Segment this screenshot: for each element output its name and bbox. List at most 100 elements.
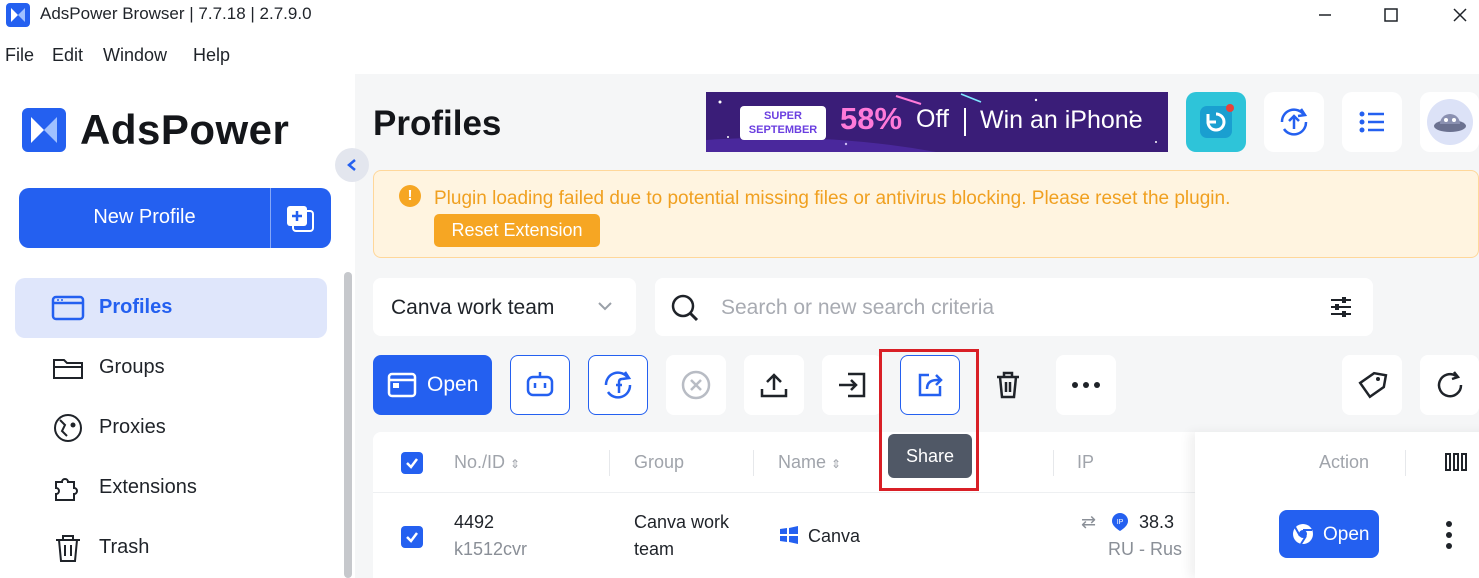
chevron-down-icon — [598, 302, 612, 311]
transfer-icon: ⇄ — [1081, 512, 1097, 532]
row-open-label: Open — [1323, 524, 1370, 545]
trash-icon — [997, 371, 1019, 399]
menu-bar: File Edit Window Help — [0, 36, 1479, 72]
menu-file[interactable]: File — [5, 45, 34, 66]
banner-separator — [964, 108, 966, 136]
move-in-icon — [839, 372, 866, 398]
column-header-group: Group — [634, 452, 685, 472]
open-label: Open — [427, 373, 479, 396]
more-dots-icon — [1072, 382, 1100, 388]
sidebar-item-proxies[interactable]: Proxies — [15, 398, 327, 458]
row-open-button[interactable]: Open — [1279, 510, 1379, 558]
close-window-button[interactable] — [1440, 0, 1479, 30]
brand-name: AdsPower — [80, 106, 290, 153]
warning-icon: ! — [399, 185, 421, 207]
close-icon — [1453, 8, 1467, 22]
row-checkbox[interactable] — [401, 526, 423, 548]
search-bar[interactable]: Search or new search criteria — [655, 278, 1373, 336]
sidebar: AdsPower New Profile Profiles Groups Pro… — [0, 74, 355, 578]
sidebar-item-profiles[interactable]: Profiles — [15, 278, 327, 338]
column-label: No./ID — [454, 452, 506, 472]
sidebar-scrollbar[interactable] — [344, 272, 352, 578]
new-profile-button[interactable]: New Profile — [19, 188, 331, 248]
tag-button[interactable] — [1342, 355, 1402, 415]
menu-help[interactable]: Help — [193, 45, 230, 66]
filter-settings-icon[interactable] — [1329, 296, 1353, 318]
search-icon — [671, 294, 699, 322]
share-highlight-box — [879, 349, 979, 491]
sync-upload-icon — [1280, 108, 1308, 136]
column-header-no-id[interactable]: No./ID ⇕ — [454, 452, 520, 473]
promo-banner[interactable]: SUPER SEPTEMBER 58% Off Win an iPhone — [706, 92, 1168, 152]
sync-button[interactable] — [1264, 92, 1324, 152]
avatar-ufo-icon — [1426, 99, 1473, 145]
user-avatar-button[interactable] — [1420, 92, 1479, 152]
svg-text:IP: IP — [1117, 519, 1124, 526]
proxy-icon — [54, 414, 82, 442]
search-input[interactable]: Search or new search criteria — [721, 296, 994, 320]
sidebar-item-groups[interactable]: Groups — [15, 338, 327, 398]
move-to-group-button[interactable] — [822, 355, 882, 415]
close-circle-icon — [681, 370, 711, 400]
tag-icon — [1358, 371, 1388, 399]
sidebar-item-extensions[interactable]: Extensions — [15, 458, 327, 518]
plugin-warning-alert: ! Plugin loading failed due to potential… — [373, 170, 1479, 258]
reset-extension-button[interactable]: Reset Extension — [434, 214, 600, 247]
sort-icon: ⇕ — [510, 457, 521, 471]
column-settings-icon[interactable] — [1445, 452, 1467, 472]
maximize-icon — [1384, 8, 1398, 22]
close-browser-button[interactable] — [666, 355, 726, 415]
row-name: Canva — [808, 526, 861, 546]
page-title: Profiles — [373, 104, 502, 143]
adspower-logo-icon — [6, 3, 30, 27]
column-separator — [609, 450, 610, 476]
delete-button[interactable] — [978, 355, 1038, 415]
row-number: 4492 — [454, 512, 495, 532]
chrome-icon — [1293, 524, 1313, 545]
puzzle-icon — [55, 478, 78, 501]
task-list-button[interactable] — [1342, 92, 1402, 152]
window-title: AdsPower Browser | 7.7.18 | 2.7.9.0 — [40, 4, 312, 23]
sidebar-item-trash[interactable]: Trash — [15, 518, 327, 578]
main-content: Profiles SUPER SEPTEMBER 58% Off Win an … — [355, 74, 1479, 578]
column-separator — [753, 450, 754, 476]
ip-location-icon: IP — [1112, 513, 1128, 531]
refresh-facebook-icon — [604, 371, 632, 399]
sidebar-item-label: Extensions — [99, 476, 197, 498]
banner-off: Off — [916, 105, 949, 133]
banner-win-text: Win an iPhone — [980, 106, 1143, 134]
row-more-icon[interactable] — [1445, 520, 1453, 550]
group-select[interactable]: Canva work team — [373, 278, 636, 336]
column-separator — [1405, 450, 1406, 476]
upload-button[interactable] — [744, 355, 804, 415]
action-column-panel: Action Open — [1195, 432, 1479, 578]
minimize-button[interactable] — [1305, 0, 1345, 30]
sync-refresh-button[interactable] — [588, 355, 648, 415]
upload-icon — [760, 373, 788, 398]
menu-window[interactable]: Window — [103, 45, 167, 66]
rpa-robot-button[interactable] — [510, 355, 570, 415]
profiles-icon — [51, 295, 85, 321]
super-september-badge: SUPER SEPTEMBER — [740, 106, 826, 140]
column-header-action: Action — [1319, 452, 1370, 472]
row-ip: 38.3 — [1139, 512, 1175, 532]
collapse-sidebar-button[interactable] — [335, 148, 369, 182]
title-bar: AdsPower Browser | 7.7.18 | 2.7.9.0 — [0, 0, 1479, 30]
more-actions-button[interactable] — [1056, 355, 1116, 415]
column-header-name[interactable]: Name ⇕ — [778, 452, 841, 473]
add-profiles-icon[interactable] — [285, 204, 315, 232]
group-select-value: Canva work team — [391, 296, 555, 319]
sidebar-item-label: Profiles — [99, 296, 173, 318]
sort-icon: ⇕ — [831, 457, 842, 471]
app-shortcut-button[interactable] — [1186, 92, 1246, 152]
menu-edit[interactable]: Edit — [52, 45, 83, 66]
badge-line-2: SEPTEMBER — [748, 124, 818, 136]
trash-icon — [56, 535, 80, 562]
select-all-checkbox[interactable] — [401, 452, 423, 474]
refresh-button[interactable] — [1420, 355, 1479, 415]
row-group-line-1: Canva work — [634, 512, 730, 532]
open-browser-button[interactable]: Open — [373, 355, 492, 415]
maximize-button[interactable] — [1371, 0, 1411, 30]
row-group-line-2: team — [634, 539, 675, 559]
sidebar-item-label: Groups — [99, 356, 165, 378]
